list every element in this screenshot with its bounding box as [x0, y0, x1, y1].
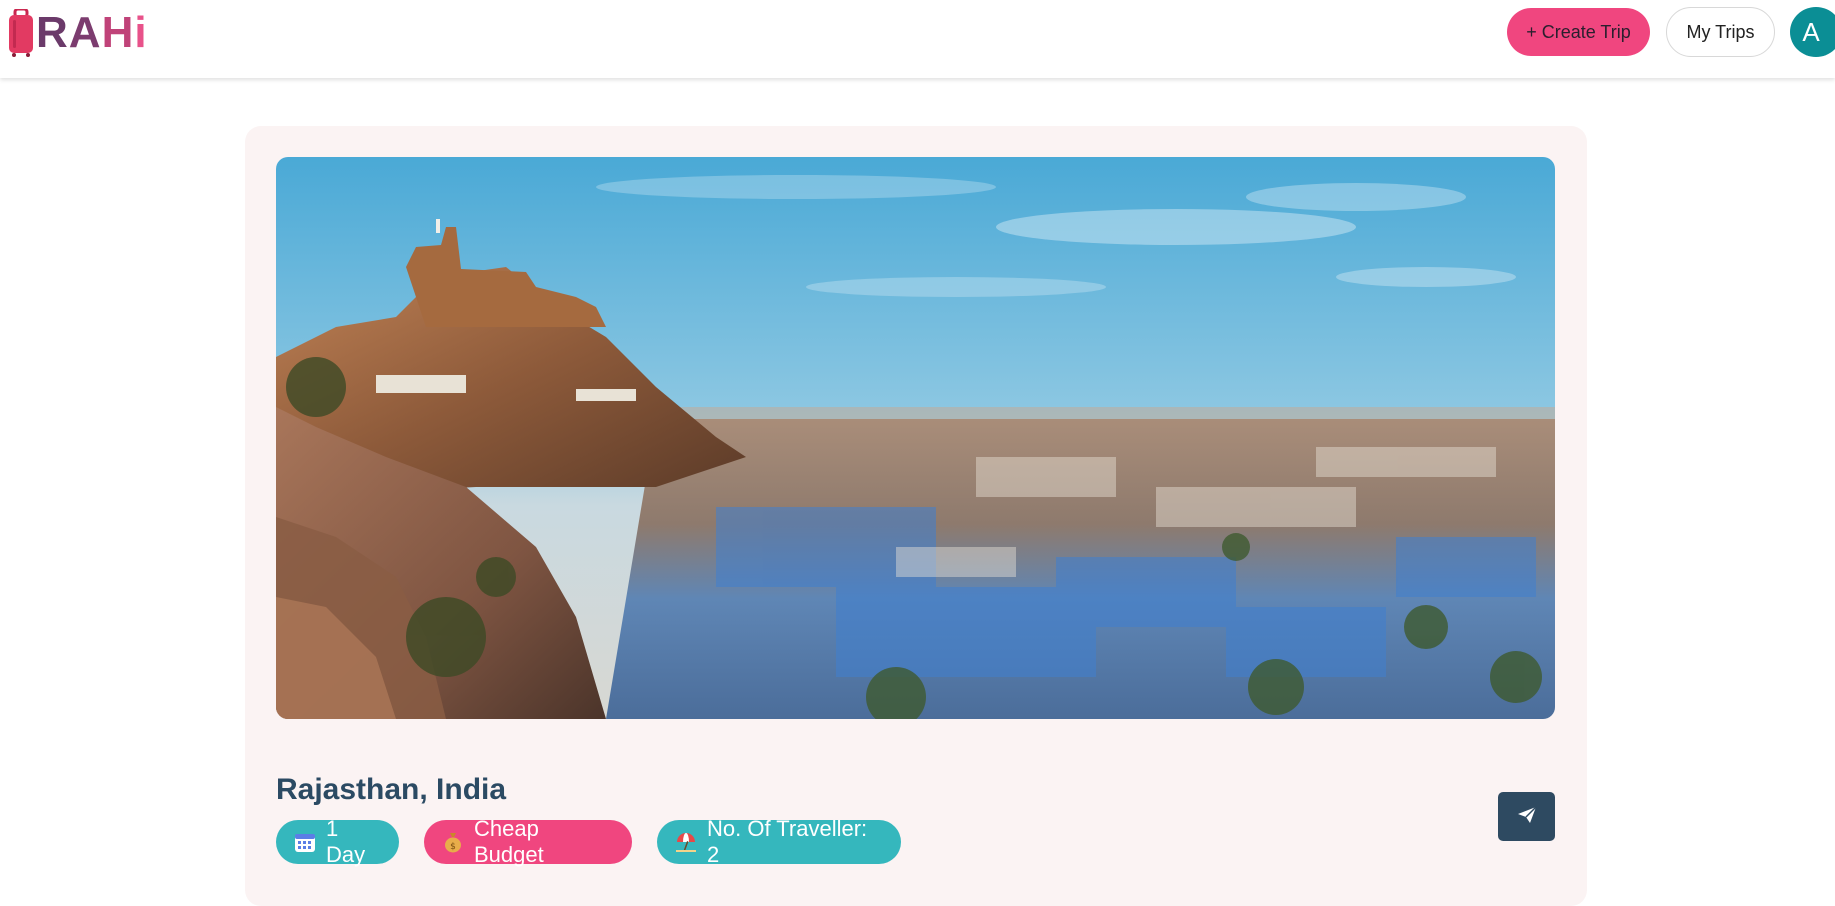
- suitcase-icon: [8, 7, 34, 57]
- svg-text:$: $: [450, 842, 456, 852]
- money-bag-icon: $: [442, 831, 464, 853]
- destination-title: Rajasthan, India: [276, 773, 507, 806]
- calendar-icon: [294, 831, 316, 853]
- paper-plane-icon: [1517, 806, 1537, 827]
- user-avatar[interactable]: A: [1790, 7, 1835, 57]
- trip-days-label: 1 Day: [326, 816, 366, 867]
- logo-letter-a: A: [68, 8, 102, 57]
- budget-chip: $ Cheap Budget: [424, 816, 632, 867]
- trip-days-chip: 1 Day: [276, 816, 399, 867]
- travellers-label: No. Of Traveller: 2: [707, 816, 868, 867]
- destination-hero-image: [276, 157, 1555, 719]
- budget-label: Cheap Budget: [474, 816, 544, 867]
- create-trip-button[interactable]: + Create Trip: [1507, 8, 1650, 56]
- travellers-chip: No. Of Traveller: 2: [657, 816, 901, 867]
- beach-umbrella-icon: [675, 831, 697, 853]
- my-trips-button[interactable]: My Trips: [1666, 7, 1775, 57]
- share-button[interactable]: [1498, 792, 1555, 841]
- logo-letter-r: R: [36, 8, 69, 57]
- logo-letter-i: i: [134, 8, 148, 57]
- logo-letter-h: H: [101, 8, 135, 57]
- top-nav: RAHi + Create Trip My Trips A: [0, 0, 1835, 78]
- logo-wordmark: RAHi: [36, 11, 148, 55]
- rahi-logo[interactable]: RAHi: [8, 7, 148, 58]
